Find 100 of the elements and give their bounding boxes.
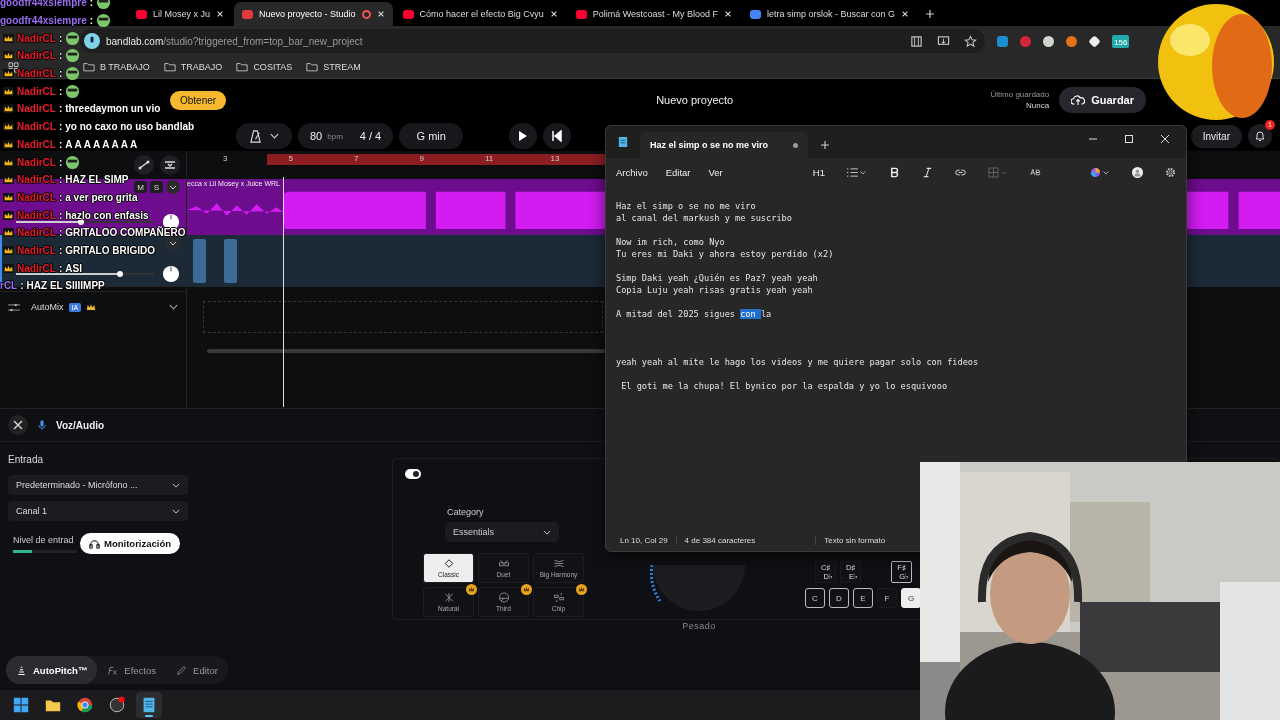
timeline-ruler[interactable]: 3 5 7 9 11 13	[187, 151, 605, 179]
text-line: la	[760, 309, 772, 319]
bookmark[interactable]: STREAM	[306, 62, 361, 72]
input-device-dropdown[interactable]: Predeterminado - Micrófono ...	[8, 475, 188, 495]
piano-key[interactable]: E	[853, 588, 873, 608]
extension-icon[interactable]	[1043, 35, 1054, 47]
new-tab-icon[interactable]	[925, 9, 936, 19]
category-dropdown[interactable]: Essentials	[445, 522, 559, 542]
close-icon[interactable]	[8, 415, 28, 435]
audio-clip[interactable]	[224, 239, 237, 283]
get-button[interactable]: Obtener	[170, 90, 227, 110]
automix-label[interactable]: AutoMix	[31, 302, 64, 312]
bookmark[interactable]: B TRABAJO	[83, 62, 150, 72]
cursor-position: Ln 10, Col 29	[620, 535, 668, 545]
chat-username: NadirCL	[17, 244, 56, 256]
atom-icon	[442, 592, 455, 603]
solo-button[interactable]: S	[150, 181, 163, 193]
settings-icon[interactable]	[1165, 166, 1176, 178]
microphone-icon	[38, 419, 46, 431]
rewind-button[interactable]	[543, 123, 572, 149]
browser-tab[interactable]: letra simp orslok - Buscar con G	[742, 2, 918, 26]
italic-icon[interactable]	[921, 166, 933, 178]
metronome-control[interactable]	[236, 123, 292, 149]
close-icon[interactable]	[901, 10, 910, 18]
tool-icon[interactable]	[134, 155, 154, 175]
browser-tab[interactable]: Cómo hacer el efecto Big Cvyu	[394, 2, 566, 26]
site-icon	[136, 9, 147, 19]
play-button[interactable]	[509, 123, 538, 149]
chat-separator: :	[58, 32, 63, 44]
menu-item[interactable]: Editar	[665, 166, 691, 178]
bold-icon[interactable]	[888, 166, 900, 178]
save-button[interactable]: Guardar	[1059, 87, 1146, 113]
piano-key[interactable]: D	[829, 588, 849, 608]
link-icon[interactable]	[954, 166, 966, 178]
text-line: yeah yeah al mite le hago los videos y me quiere pagar solo con fideos	[616, 357, 979, 367]
close-icon[interactable]	[1160, 134, 1170, 144]
maximize-icon[interactable]	[1124, 134, 1134, 144]
close-icon[interactable]	[216, 10, 225, 18]
menu-item[interactable]: Ver	[708, 166, 723, 178]
squares-icon	[552, 592, 565, 603]
time-signature[interactable]: 4 / 4	[359, 130, 382, 142]
account-icon[interactable]	[1132, 166, 1143, 178]
knob-label: Pesado	[682, 621, 716, 631]
browser-tab[interactable]: Nuevo proyecto - Studio	[234, 2, 393, 26]
diamond-icon	[442, 558, 455, 569]
extension-icon[interactable]	[1088, 34, 1101, 48]
reader-icon[interactable]	[910, 34, 923, 48]
chat-message: GRITALOO COMPAÑERO	[65, 227, 186, 239]
star-icon[interactable]	[964, 34, 977, 48]
copilot-icon[interactable]	[1090, 166, 1110, 178]
piano-key[interactable]: C	[805, 588, 825, 608]
audio-clip[interactable]	[1187, 179, 1280, 235]
stack-icon	[16, 664, 27, 676]
site-icon	[242, 9, 254, 19]
tool-icon[interactable]	[160, 155, 180, 175]
track-lane[interactable]	[1187, 235, 1280, 287]
address-bar[interactable]: bandlab.com/studio?triggered_from=top_bar_new_project	[80, 29, 985, 53]
chat-username: NadirCL	[17, 121, 56, 133]
menu-item[interactable]: Archivo	[616, 166, 648, 178]
close-icon[interactable]	[549, 10, 558, 18]
invite-button[interactable]: Invitar	[1190, 124, 1242, 148]
effect-toggle[interactable]	[405, 469, 421, 479]
chat-message: yo no caxo no uso bandlab	[65, 121, 195, 133]
pan-knob[interactable]	[162, 265, 180, 283]
panel-tab[interactable]: AutoPitch™	[6, 656, 98, 684]
channel-dropdown[interactable]: Canal 1	[8, 501, 188, 521]
heading-button[interactable]: H1	[812, 166, 825, 178]
taskbar-app[interactable]	[136, 692, 162, 718]
chevron-icon[interactable]	[166, 236, 180, 250]
tempo-value[interactable]: 80	[310, 130, 323, 142]
text-line: al canal del markush y me suscribo	[616, 213, 792, 223]
close-icon[interactable]	[724, 10, 733, 18]
apps-icon[interactable]	[8, 61, 19, 73]
bookmark[interactable]: COSITAS	[236, 62, 293, 72]
panel-tab[interactable]: Editor	[166, 656, 228, 684]
browser-tab[interactable]: Polimá Westcoast - My Blood F	[567, 2, 741, 26]
piano-key[interactable]: G	[901, 588, 921, 608]
panel-tab[interactable]: Efectos	[97, 656, 167, 684]
scrollbar[interactable]	[207, 349, 605, 353]
chat-separator: :	[89, 15, 94, 27]
install-icon[interactable]	[937, 34, 950, 48]
list-icon[interactable]	[846, 166, 867, 178]
audio-clip[interactable]	[193, 239, 206, 283]
browser-tab[interactable]: Lil Mosey x Ju	[128, 2, 233, 26]
close-icon[interactable]	[376, 10, 385, 18]
bookmark[interactable]: TRABAJO	[163, 62, 223, 72]
pencil-icon	[176, 664, 188, 676]
piano-key[interactable]: F	[877, 588, 897, 608]
start-icon	[12, 696, 30, 714]
chat-separator: :	[58, 262, 63, 274]
chevron-icon[interactable]	[169, 304, 178, 310]
document-tab[interactable]: Haz el simp o se no me viro	[640, 132, 808, 158]
new-tab-icon[interactable]	[820, 140, 830, 150]
monitoring-button[interactable]: Monitorización	[80, 533, 181, 554]
spellcheck-icon[interactable]	[1029, 166, 1041, 178]
key-button[interactable]: G min	[399, 123, 464, 149]
chat-separator: :	[58, 174, 63, 186]
mute-button[interactable]: M	[134, 181, 147, 193]
chevron-icon[interactable]	[166, 180, 180, 194]
site-icon	[575, 9, 587, 19]
